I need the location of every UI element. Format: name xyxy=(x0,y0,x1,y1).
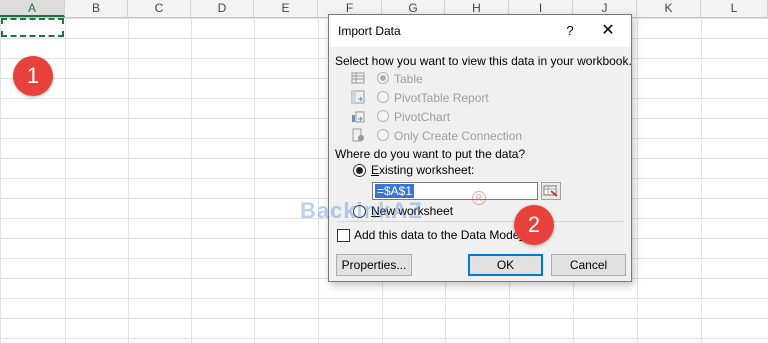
radio-pivottable[interactable] xyxy=(377,91,389,103)
close-button[interactable]: ✕ xyxy=(597,20,619,42)
existing-worksheet-label[interactable]: Existing worksheet: xyxy=(371,163,474,177)
option-connection-label: Only Create Connection xyxy=(394,129,523,143)
option-table-label: Table xyxy=(394,72,423,86)
grid-line xyxy=(191,18,192,343)
column-header-b[interactable]: B xyxy=(65,0,128,17)
ok-button[interactable]: OK xyxy=(468,254,543,276)
option-pivottable[interactable]: PivotTable Report xyxy=(351,89,621,107)
data-model-label-main: Add this data to the Data Mode xyxy=(354,228,520,242)
dialog-titlebar[interactable]: Import Data ? ✕ xyxy=(329,15,631,47)
radio-table[interactable] xyxy=(377,72,389,84)
step-badge-1: 1 xyxy=(13,56,53,96)
option-pivotchart-label: PivotChart xyxy=(394,110,451,124)
connection-icon xyxy=(352,128,364,142)
cancel-button[interactable]: Cancel xyxy=(551,254,626,276)
collapse-dialog-button[interactable] xyxy=(541,182,561,200)
existing-accesskey: E xyxy=(371,163,380,177)
watermark-logo: BackinkAZ xyxy=(300,198,423,223)
data-model-label[interactable]: Add this data to the Data Model xyxy=(354,228,522,242)
existing-label-rest: xisting worksheet: xyxy=(379,163,475,177)
radio-connection[interactable] xyxy=(377,129,389,141)
option-pivottable-label: PivotTable Report xyxy=(394,91,489,105)
column-header-a[interactable]: A xyxy=(0,0,65,17)
where-prompt: Where do you want to put the data? xyxy=(335,147,526,161)
column-header-c[interactable]: C xyxy=(128,0,191,17)
column-header-d[interactable]: D xyxy=(191,0,254,17)
pivottable-icon xyxy=(351,90,365,104)
option-connection[interactable]: Only Create Connection xyxy=(351,127,621,145)
grid-line xyxy=(65,18,66,343)
option-pivotchart[interactable]: PivotChart xyxy=(351,108,621,126)
help-button[interactable]: ? xyxy=(560,21,580,41)
selected-cell-a1[interactable] xyxy=(1,18,64,37)
dialog-title: Import Data xyxy=(338,24,401,38)
grid-line xyxy=(701,18,702,343)
range-select-icon xyxy=(543,185,558,197)
column-header-k[interactable]: K xyxy=(637,0,701,17)
grid-line xyxy=(254,18,255,343)
view-prompt: Select how you want to view this data in… xyxy=(335,54,632,68)
import-data-dialog: Import Data ? ✕ Select how you want to v… xyxy=(328,14,632,282)
step-badge-2: 2 xyxy=(514,205,554,245)
grid-line xyxy=(318,18,319,343)
data-model-checkbox[interactable] xyxy=(337,229,350,242)
radio-existing-worksheet[interactable] xyxy=(353,164,366,177)
column-header-e[interactable]: E xyxy=(254,0,318,17)
properties-button[interactable]: Properties... xyxy=(336,254,412,276)
table-icon xyxy=(351,72,365,84)
radio-pivotchart[interactable] xyxy=(377,110,389,122)
reference-value[interactable]: =$A$1 xyxy=(375,184,415,198)
grid-line xyxy=(637,18,638,343)
watermark-registered-mark: R xyxy=(472,191,486,205)
column-header-l[interactable]: L xyxy=(701,0,768,17)
pivotchart-icon xyxy=(352,111,365,123)
option-table[interactable]: Table xyxy=(351,70,621,88)
grid-line xyxy=(128,18,129,343)
